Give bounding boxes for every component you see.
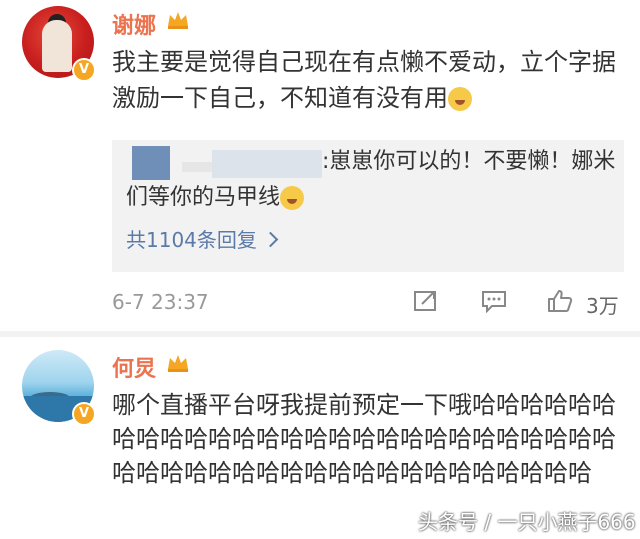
emoji-icon <box>280 186 305 210</box>
comment-icon[interactable] <box>480 289 508 313</box>
comment-item: V 谢娜 我主要是觉得自己现在有点懒不爱动，立个字据激励一下自己，不知道有没有用… <box>0 0 640 330</box>
chevron-right-icon <box>262 231 279 248</box>
reply-text: :崽崽你可以的！不要懒！娜米们等你的马甲线 <box>126 149 616 210</box>
username[interactable]: 谢娜 <box>112 8 156 40</box>
watermark: 头条号 / 一只小燕子666 <box>418 510 636 534</box>
verified-icon: V <box>72 402 96 426</box>
view-replies-link[interactable]: 共1104条回复 <box>126 224 279 253</box>
crown-icon <box>168 355 188 372</box>
like-count: 3万 <box>586 294 619 318</box>
username[interactable]: 何炅 <box>112 351 156 383</box>
verified-icon: V <box>72 58 96 82</box>
crown-icon <box>168 12 188 29</box>
timestamp: 6-7 23:37 <box>112 290 209 314</box>
comment-text: 我主要是觉得自己现在有点懒不爱动，立个字据激励一下自己，不知道有没有用 <box>112 48 616 112</box>
reply-box[interactable]: :崽崽你可以的！不要懒！娜米们等你的马甲线 共1104条回复 <box>112 140 624 272</box>
like-icon[interactable] <box>546 289 574 313</box>
emoji-icon <box>448 87 472 111</box>
divider <box>0 331 640 337</box>
share-icon[interactable] <box>412 289 440 313</box>
comment-text: 哪个直播平台呀我提前预定一下哦哈哈哈哈哈哈哈哈哈哈哈哈哈哈哈哈哈哈哈哈哈哈哈哈哈… <box>112 391 616 487</box>
